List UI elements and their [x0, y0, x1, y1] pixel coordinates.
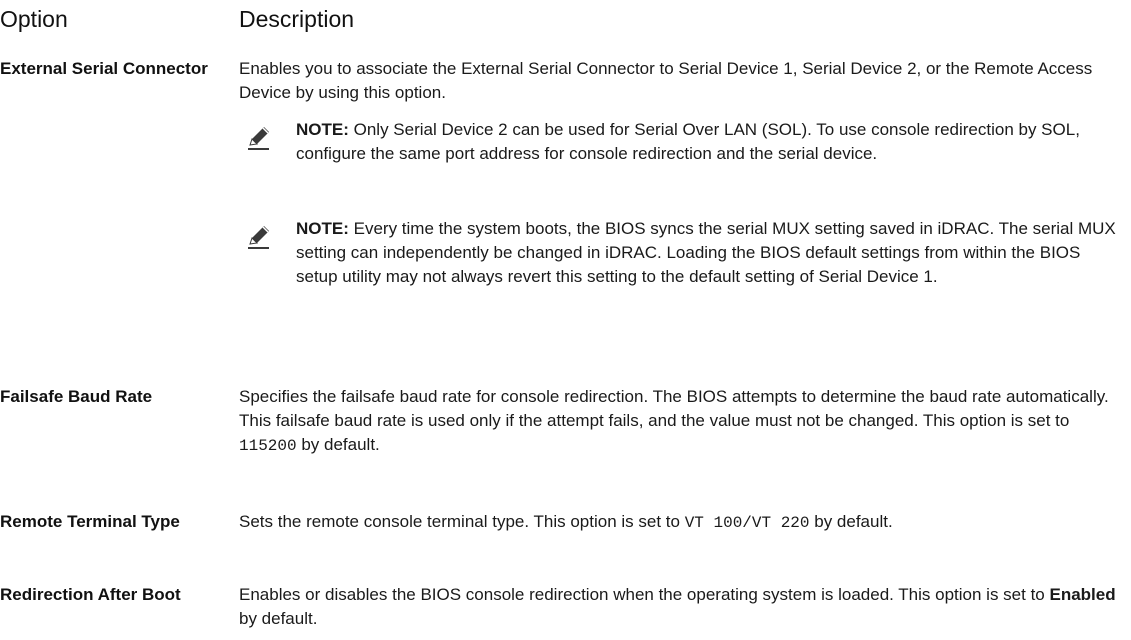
table-header: Option Description	[0, 6, 1131, 42]
option-column-header: Option	[0, 6, 68, 32]
table-row: External Serial Connector Enables you to…	[0, 57, 1131, 342]
option-description: Sets the remote console terminal type. T…	[239, 512, 893, 532]
option-name: Redirection After Boot	[0, 585, 181, 604]
option-name: Remote Terminal Type	[0, 512, 180, 531]
note-body: Every time the system boots, the BIOS sy…	[296, 219, 1116, 286]
pencil-note-icon	[245, 223, 273, 251]
note-text: NOTE: Only Serial Device 2 can be used f…	[296, 118, 1122, 166]
option-description: Enables or disables the BIOS console red…	[239, 585, 1116, 628]
note-text: NOTE: Every time the system boots, the B…	[296, 217, 1122, 289]
table-row: Failsafe Baud Rate Specifies the failsaf…	[0, 385, 1131, 485]
table-row: Remote Terminal Type Sets the remote con…	[0, 510, 1131, 560]
description-column-header: Description	[239, 6, 355, 32]
note-label: NOTE:	[296, 120, 349, 139]
option-name: Failsafe Baud Rate	[0, 387, 153, 406]
option-description: Enables you to associate the External Se…	[239, 59, 1093, 102]
code-value: VT 100/VT 220	[684, 514, 810, 532]
note-body: Only Serial Device 2 can be used for Ser…	[296, 120, 1080, 163]
table-row: Redirection After Boot Enables or disabl…	[0, 583, 1131, 633]
option-name: External Serial Connector	[0, 59, 208, 78]
bold-value: Enabled	[1049, 585, 1116, 604]
option-description: Specifies the failsafe baud rate for con…	[239, 387, 1109, 455]
pencil-note-icon	[245, 124, 273, 152]
document-page: Option Description External Serial Conne…	[0, 0, 1131, 640]
note-label: NOTE:	[296, 219, 349, 238]
code-value: 115200	[239, 437, 297, 455]
